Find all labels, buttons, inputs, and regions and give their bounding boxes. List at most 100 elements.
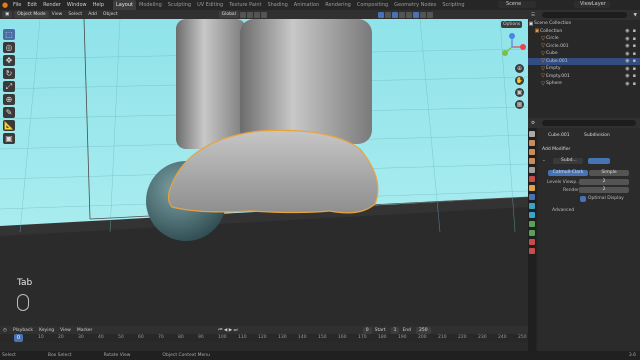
modifier-expand-icon[interactable]: ⌄ [542,158,546,163]
render-camera-icon[interactable]: ▪ [633,66,636,72]
outliner-row[interactable]: ▽ Sphere ◉ ▪ [528,80,640,88]
menu-select[interactable]: Select [65,12,85,17]
menu-marker[interactable]: Marker [74,328,96,333]
optimal-display-checkbox[interactable] [580,196,586,202]
measure-tool-icon[interactable]: 📐 [3,120,15,131]
outliner-search-input[interactable] [542,12,627,18]
outliner-row[interactable]: ▣ Collection ◉ ▪ [528,28,640,36]
pan-icon[interactable]: ✋ [515,76,524,85]
visibility-eye-icon[interactable]: ◉ [625,58,629,64]
tab-texture-paint[interactable]: Texture Paint [226,0,264,10]
render-camera-icon[interactable]: ▪ [633,51,636,57]
scale-tool-icon[interactable]: ⤢ [3,81,15,92]
shading-wire-icon[interactable] [405,11,412,18]
snap-icon[interactable] [246,11,253,18]
frame-ruler[interactable]: 0 10 20 30 40 50 60 70 80 90 100 110 120 130 140 150 160… [0,334,528,342]
tab-data-icon[interactable] [529,230,535,236]
3d-viewport[interactable] [0,19,528,326]
visibility-eye-icon[interactable]: ◉ [625,28,629,34]
blender-logo-icon[interactable]: ● [0,0,10,10]
render-camera-icon[interactable]: ▪ [633,28,636,34]
current-frame-field[interactable]: 0 [362,326,372,334]
visibility-eye-icon[interactable]: ◉ [625,51,629,57]
outliner-row-scene-collection[interactable]: ▣ Scene Collection [528,20,640,28]
playhead[interactable]: 0 [14,334,23,342]
outliner-row[interactable]: ▽ Cube ◉ ▪ [528,50,640,58]
levels-viewport-field[interactable]: 2 [579,179,629,185]
xray-icon[interactable] [398,11,405,18]
menu-help[interactable]: Help [90,0,107,10]
tab-geometry-nodes[interactable]: Geometry Nodes [391,0,439,10]
modifier-visibility-icons[interactable] [588,158,610,164]
visibility-icon[interactable] [377,11,384,18]
properties-search-input[interactable] [542,120,636,126]
tab-shading[interactable]: Shading [264,0,290,10]
add-modifier-button[interactable]: Add Modifier [542,147,570,152]
outliner-row[interactable]: ▽ Circle.001 ◉ ▪ [528,43,640,51]
menu-keying[interactable]: Keying [36,328,57,333]
simple-button[interactable]: Simple [589,170,629,176]
outliner-row[interactable]: ▽ Empty ◉ ▪ [528,65,640,73]
navigation-gizmo[interactable] [496,31,528,63]
tab-animation[interactable]: Animation [291,0,323,10]
shading-rendered-icon[interactable] [426,11,433,18]
menu-edit[interactable]: Edit [24,0,40,10]
shading-solid-icon[interactable] [412,11,419,18]
editor-type-button[interactable]: ▣ [2,11,13,18]
shading-material-icon[interactable] [419,11,426,18]
zoom-icon[interactable]: ⊕ [515,64,524,73]
perspective-icon[interactable]: ▦ [515,100,524,109]
menu-playback[interactable]: Playback [10,328,36,333]
transform-tool-icon[interactable]: ⊕ [3,94,15,105]
render-camera-icon[interactable]: ▪ [633,73,636,79]
menu-object[interactable]: Object [100,12,121,17]
start-frame-field[interactable]: 1 [390,326,400,334]
options-button[interactable]: Options [501,21,522,28]
visibility-eye-icon[interactable]: ◉ [625,73,629,79]
outliner-row[interactable]: ▽ Circle ◉ ▪ [528,35,640,43]
menu-window[interactable]: Window [64,0,90,10]
tab-view-layer-icon[interactable] [529,158,535,164]
visibility-eye-icon[interactable]: ◉ [625,81,629,87]
tab-constraints-icon[interactable] [529,221,535,227]
proportional-edit-icon[interactable] [253,11,260,18]
annotate-tool-icon[interactable]: ✎ [3,107,15,118]
tab-world-icon[interactable] [529,176,535,182]
timeline-editor-icon[interactable]: ◷ [0,328,10,333]
orientation-select[interactable]: Global [218,11,239,18]
properties-editor-icon[interactable]: ⚙ [528,121,538,126]
tab-particles-icon[interactable] [529,203,535,209]
cursor-tool-icon[interactable]: ◎ [3,42,15,53]
tab-scripting[interactable]: Scripting [439,0,467,10]
gizmo-icon[interactable] [384,11,391,18]
render-camera-icon[interactable]: ▪ [633,58,636,64]
add-cube-tool-icon[interactable]: ▣ [3,133,15,144]
tab-layout[interactable]: Layout [113,0,136,10]
move-tool-icon[interactable]: ✥ [3,55,15,66]
menu-view[interactable]: View [49,12,66,17]
filter-icon[interactable]: ▼ [631,13,640,18]
tab-uv-editing[interactable]: UV Editing [194,0,226,10]
tab-material-icon[interactable] [529,239,535,245]
menu-view-timeline[interactable]: View [57,328,74,333]
tab-tool-icon[interactable] [529,131,535,137]
render-camera-icon[interactable]: ▪ [633,43,636,49]
overlay-icon[interactable] [391,11,398,18]
scene-selector[interactable]: Scene [498,1,536,8]
outliner-editor-icon[interactable]: ☰ [528,13,538,18]
render-camera-icon[interactable]: ▪ [633,81,636,87]
outliner-row[interactable]: ▽ Cube.001 ◉ ▪ [528,57,640,65]
mode-select[interactable]: Object Mode [14,11,49,18]
tab-sculpting[interactable]: Sculpting [165,0,194,10]
tab-physics-icon[interactable] [529,212,535,218]
tab-modeling[interactable]: Modeling [136,0,165,10]
render-camera-icon[interactable]: ▪ [633,36,636,42]
tab-render-icon[interactable] [529,140,535,146]
pivot-icon[interactable] [239,11,246,18]
view-layer-selector[interactable]: ViewLayer [574,1,610,8]
falloff-icon[interactable] [260,11,267,18]
render-levels-field[interactable]: 2 [579,187,629,193]
modifier-name-field[interactable]: Subd... [553,158,583,164]
end-frame-field[interactable]: 250 [416,326,431,334]
catmull-clark-button[interactable]: Catmull-Clark [548,170,588,176]
